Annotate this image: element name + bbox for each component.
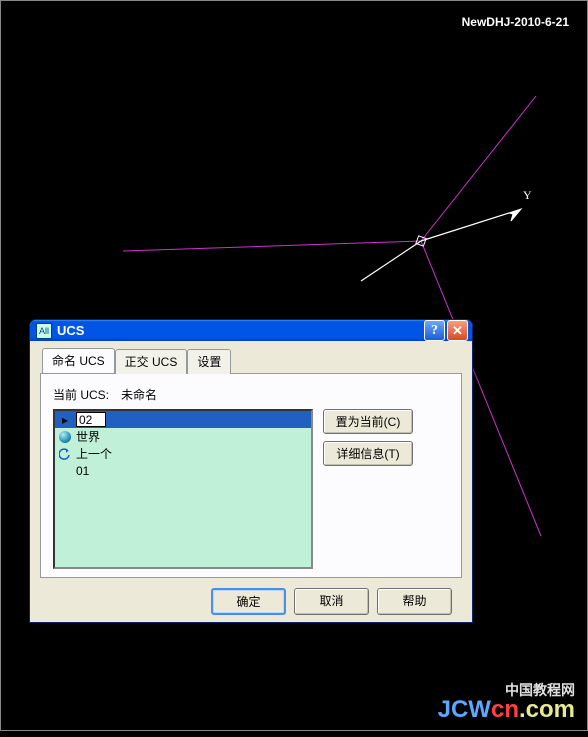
watermark-url: JCWcn.com bbox=[438, 696, 575, 724]
axis-y-label: Y bbox=[523, 188, 532, 202]
ucs-dialog: All UCS ? ✕ 命名 UCS 正交 UCS 设置 当前 UCS: 未命名… bbox=[29, 319, 473, 623]
list-item-previous[interactable]: 上一个 bbox=[55, 445, 311, 462]
tab-settings[interactable]: 设置 bbox=[187, 349, 231, 374]
tab-strip: 命名 UCS 正交 UCS 设置 bbox=[42, 348, 462, 373]
titlebar[interactable]: All UCS ? ✕ bbox=[30, 320, 472, 341]
tab-named-ucs[interactable]: 命名 UCS bbox=[42, 348, 115, 373]
close-icon[interactable]: ✕ bbox=[447, 320, 468, 341]
set-current-button[interactable]: 置为当前(C) bbox=[323, 409, 413, 434]
help-icon[interactable]: ? bbox=[424, 320, 445, 341]
tab-panel: 当前 UCS: 未命名 ▸ 世界 上一个 bbox=[40, 373, 462, 578]
cancel-button[interactable]: 取消 bbox=[294, 588, 369, 615]
watermark-bottom: 中国教程网 JCWcn.com bbox=[438, 680, 575, 724]
globe-icon bbox=[57, 430, 73, 444]
blank-icon bbox=[57, 464, 73, 478]
help-button[interactable]: 帮助 bbox=[377, 588, 452, 615]
tab-ortho-ucs[interactable]: 正交 UCS bbox=[115, 349, 188, 374]
previous-icon bbox=[57, 447, 73, 461]
dialog-title: UCS bbox=[57, 323, 424, 338]
ucs-listbox[interactable]: ▸ 世界 上一个 01 bbox=[53, 409, 313, 569]
list-item-editing[interactable]: ▸ bbox=[55, 411, 311, 428]
list-item-label: 01 bbox=[76, 464, 89, 478]
app-icon: All bbox=[36, 323, 52, 339]
details-button[interactable]: 详细信息(T) bbox=[323, 441, 413, 466]
list-item-world[interactable]: 世界 bbox=[55, 428, 311, 445]
arrow-icon: ▸ bbox=[57, 413, 73, 427]
current-ucs-label: 当前 UCS: 未命名 bbox=[53, 386, 449, 403]
ucs-name-input[interactable] bbox=[76, 412, 106, 427]
list-item-label: 世界 bbox=[76, 428, 100, 445]
list-item-label: 上一个 bbox=[76, 445, 112, 462]
list-item-01[interactable]: 01 bbox=[55, 462, 311, 479]
ok-button[interactable]: 确定 bbox=[211, 588, 286, 615]
watermark-top: NewDHJ-2010-6-21 bbox=[462, 15, 569, 29]
